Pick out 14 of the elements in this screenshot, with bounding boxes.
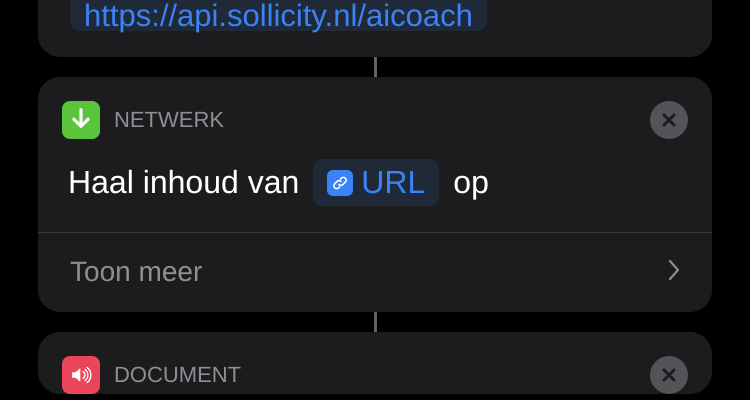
link-icon <box>327 170 354 196</box>
close-button[interactable] <box>650 101 688 139</box>
close-icon <box>661 367 677 383</box>
url-token[interactable]: https://api.sollicity.nl/aicoach <box>70 0 487 31</box>
connector-line <box>374 57 376 77</box>
connector-line <box>374 312 376 332</box>
category-label: DOCUMENT <box>114 362 242 388</box>
action-text: Haal inhoud van <box>68 164 300 201</box>
close-button[interactable] <box>650 356 688 394</box>
url-token[interactable]: URL <box>313 159 440 206</box>
show-more-row[interactable]: Toon meer <box>38 232 712 312</box>
category-label: NETWERK <box>114 107 225 133</box>
close-icon <box>661 112 677 128</box>
action-text: op <box>453 164 489 201</box>
